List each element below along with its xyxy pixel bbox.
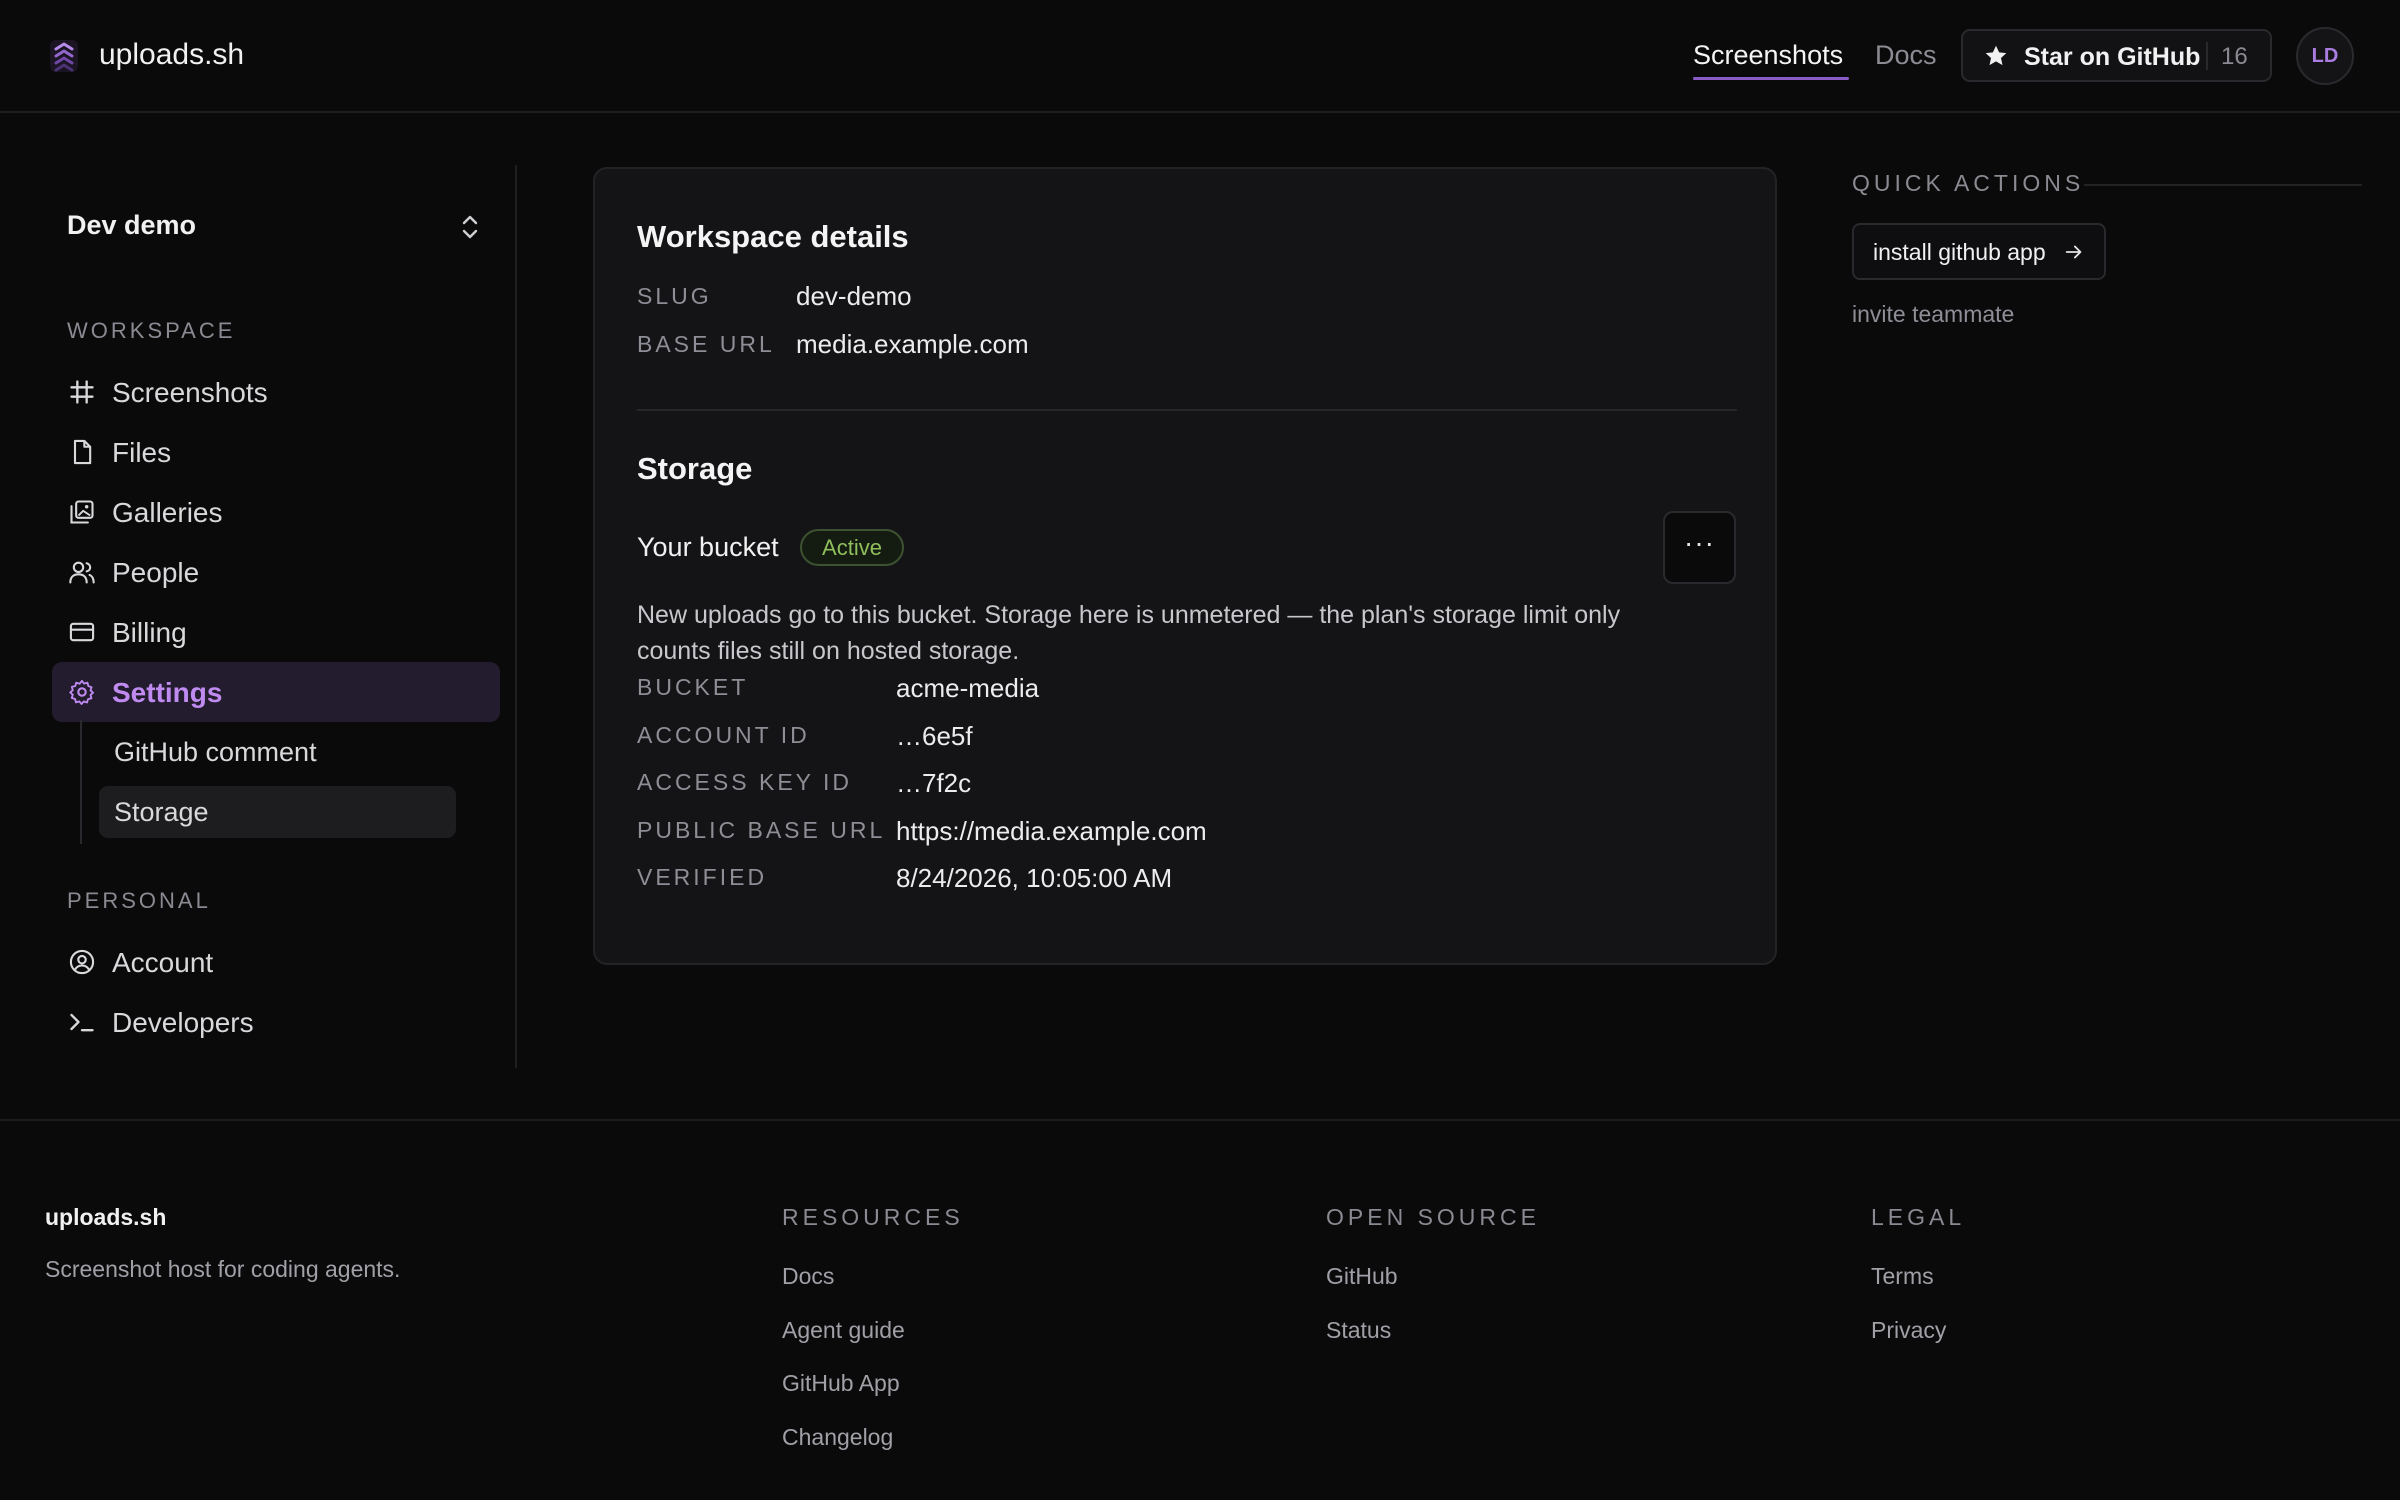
bucket-value: acme-media bbox=[896, 673, 1040, 703]
base-url-value: media.example.com bbox=[796, 329, 1029, 359]
quick-actions-label: QUICK ACTIONS bbox=[1852, 170, 2085, 196]
people-icon bbox=[69, 561, 95, 584]
user-avatar[interactable]: LD bbox=[2296, 27, 2354, 85]
user-circle-icon bbox=[69, 949, 95, 975]
invite-teammate-link[interactable]: invite teammate bbox=[1852, 301, 2014, 328]
file-icon bbox=[73, 439, 92, 465]
sidebar-item-people[interactable]: People bbox=[52, 544, 500, 600]
sidebar-item-billing[interactable]: Billing bbox=[52, 604, 500, 660]
submenu-guide-line bbox=[80, 720, 82, 844]
nav-docs[interactable]: Docs bbox=[1875, 40, 1937, 71]
footer-link-agent-guide[interactable]: Agent guide bbox=[782, 1317, 905, 1344]
storage-title: Storage bbox=[637, 451, 753, 486]
storage-description: New uploads go to this bucket. Storage h… bbox=[637, 601, 1621, 665]
sidebar-item-label: Billing bbox=[112, 617, 187, 648]
star-on-github-button[interactable]: Star on GitHub 16 bbox=[1961, 29, 2272, 82]
footer-tagline: Screenshot host for coding agents. bbox=[45, 1256, 401, 1282]
top-header: uploads.sh Screenshots Docs Star on GitH… bbox=[0, 0, 2400, 113]
account-id-key: ACCOUNT ID bbox=[637, 722, 810, 748]
workspace-details-title: Workspace details bbox=[637, 219, 909, 254]
slug-value: dev-demo bbox=[796, 281, 912, 311]
section-label-workspace: WORKSPACE bbox=[67, 318, 236, 343]
footer-brand[interactable]: uploads.sh bbox=[45, 1204, 166, 1231]
footer-heading-open-source: OPEN SOURCE bbox=[1326, 1204, 1540, 1230]
bucket-label: Your bucket bbox=[637, 532, 779, 562]
footer-link-terms[interactable]: Terms bbox=[1871, 1263, 1934, 1290]
page-footer: uploads.sh Screenshot host for coding ag… bbox=[0, 1119, 2400, 1500]
credit-card-icon bbox=[69, 622, 95, 642]
sidebar-item-label: Settings bbox=[112, 677, 223, 708]
sidebar-subitem-github-comment[interactable]: GitHub comment bbox=[99, 726, 456, 778]
bucket-key: BUCKET bbox=[637, 674, 749, 700]
sidebar-item-settings[interactable]: Settings bbox=[52, 662, 500, 722]
section-label-personal: PERSONAL bbox=[67, 888, 211, 913]
sidebar-item-files[interactable]: Files bbox=[52, 424, 500, 480]
gallery-icon bbox=[70, 500, 94, 524]
nav-active-indicator bbox=[1693, 77, 1849, 80]
workspace-switcher[interactable]: Dev demo bbox=[67, 210, 196, 241]
sidebar-subitem-label: Storage bbox=[114, 797, 209, 827]
base-url-key: BASE URL bbox=[637, 331, 775, 357]
sidebar-item-label: Account bbox=[112, 947, 214, 978]
install-github-app-label: install github app bbox=[1873, 239, 2046, 265]
footer-heading-resources: RESOURCES bbox=[782, 1204, 964, 1230]
gear-icon bbox=[69, 679, 95, 705]
footer-heading-legal: LEGAL bbox=[1871, 1204, 1966, 1230]
public-base-url-key: PUBLIC BASE URL bbox=[637, 817, 886, 843]
access-key-id-value: …7f2c bbox=[896, 768, 972, 798]
public-base-url-value: https://media.example.com bbox=[896, 816, 1207, 846]
chevron-updown-icon[interactable] bbox=[458, 212, 482, 242]
section-divider bbox=[637, 409, 1737, 411]
more-options-button[interactable]: ··· bbox=[1663, 511, 1736, 584]
footer-link-changelog[interactable]: Changelog bbox=[782, 1424, 893, 1451]
sidebar-item-label: Galleries bbox=[112, 497, 223, 528]
footer-link-docs[interactable]: Docs bbox=[782, 1263, 834, 1290]
sidebar-item-screenshots[interactable]: Screenshots bbox=[52, 364, 500, 420]
hash-icon bbox=[70, 380, 94, 404]
sidebar-item-label: Developers bbox=[112, 1007, 254, 1038]
sidebar-item-developers[interactable]: Developers bbox=[52, 994, 500, 1050]
more-options-icon: ··· bbox=[1684, 527, 1715, 558]
sidebar-item-galleries[interactable]: Galleries bbox=[52, 484, 500, 540]
star-count: 16 bbox=[2221, 43, 2248, 70]
star-label: Star on GitHub bbox=[2024, 43, 2201, 71]
star-divider bbox=[2206, 42, 2208, 70]
uploads-logo-icon[interactable] bbox=[46, 36, 82, 76]
brand-name[interactable]: uploads.sh bbox=[99, 38, 244, 72]
footer-link-github[interactable]: GitHub bbox=[1326, 1263, 1398, 1290]
account-id-value: …6e5f bbox=[896, 721, 973, 751]
status-badge: Active bbox=[800, 529, 904, 566]
sidebar-divider bbox=[515, 165, 517, 1068]
access-key-id-key: ACCESS KEY ID bbox=[637, 769, 852, 795]
arrow-right-icon bbox=[2065, 245, 2082, 259]
verified-key: VERIFIED bbox=[637, 864, 768, 890]
install-github-app-button[interactable]: install github app bbox=[1852, 223, 2106, 280]
footer-link-github-app[interactable]: GitHub App bbox=[782, 1370, 900, 1397]
sidebar-subitem-label: GitHub comment bbox=[114, 737, 317, 767]
settings-card: Workspace details SLUG dev-demo BASE URL… bbox=[593, 167, 1777, 965]
verified-value: 8/24/2026, 10:05:00 AM bbox=[896, 863, 1173, 893]
nav-screenshots[interactable]: Screenshots bbox=[1693, 40, 1843, 71]
quick-actions-rule bbox=[2084, 184, 2362, 186]
sidebar-item-label: Screenshots bbox=[112, 377, 268, 408]
slug-key: SLUG bbox=[637, 283, 712, 309]
sidebar-item-account[interactable]: Account bbox=[52, 934, 500, 990]
sidebar-item-label: Files bbox=[112, 437, 172, 468]
footer-link-privacy[interactable]: Privacy bbox=[1871, 1317, 1946, 1344]
footer-link-status[interactable]: Status bbox=[1326, 1317, 1391, 1344]
star-icon bbox=[1985, 45, 2007, 66]
sidebar-item-label: People bbox=[112, 557, 200, 588]
terminal-icon bbox=[70, 1013, 94, 1032]
sidebar-subitem-storage[interactable]: Storage bbox=[99, 786, 456, 838]
